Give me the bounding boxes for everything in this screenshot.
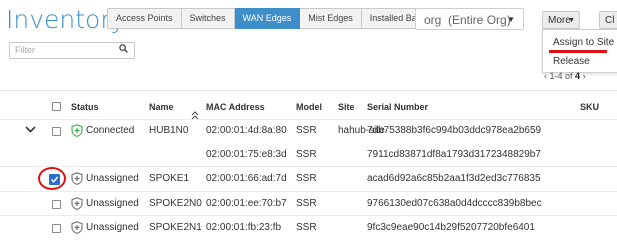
model: SSR <box>296 198 317 209</box>
mac-address: 02:00:01:66:ad:7d <box>206 173 287 184</box>
column-header-mac[interactable]: MAC Address <box>206 102 265 112</box>
column-header-serial[interactable]: Serial Number <box>367 102 428 112</box>
filter-input[interactable]: Filter <box>9 42 135 59</box>
device-name[interactable]: HUB1N0 <box>149 125 188 136</box>
menu-item-release[interactable]: Release <box>553 56 590 67</box>
page-range: 1-4 of <box>549 71 573 81</box>
tab-switches[interactable]: Switches <box>181 8 235 29</box>
tab-mist-edges[interactable]: Mist Edges <box>300 8 362 29</box>
status-text: Unassigned <box>86 173 139 184</box>
filter-placeholder: Filter <box>15 45 35 55</box>
column-header-name[interactable]: Name <box>149 102 174 112</box>
serial-number: 7db75388b3f6c994b03ddc978ea2b659 <box>367 125 542 136</box>
shield-plus-grey-icon <box>71 221 83 234</box>
mac-address: 02:00:01:ee:70:b7 <box>206 198 287 209</box>
row-divider <box>0 215 617 216</box>
mac-address: 02:00:01:75:e8:3d <box>206 149 287 160</box>
row-divider <box>0 191 617 192</box>
model: SSR <box>296 125 317 136</box>
caret-down-icon: ▼ <box>507 15 515 24</box>
serial-number: 9766130ed07c638a0d4dcccc839b8bec <box>367 198 542 209</box>
serial-number: 9fc3c9eae90c14b29f5207720bfe6401 <box>367 222 535 233</box>
caret-down-icon: ▼ <box>568 17 575 24</box>
status-text: Connected <box>86 125 135 136</box>
row-checkbox-checked[interactable] <box>49 174 60 185</box>
column-header-status[interactable]: Status <box>71 102 99 112</box>
more-button[interactable]: More ▼ <box>542 11 580 29</box>
shield-plus-green-icon <box>71 124 83 137</box>
org-select[interactable]: org (Entire Org) ▼ <box>415 8 524 30</box>
model: SSR <box>296 149 317 160</box>
divider <box>0 90 617 91</box>
magnifier-icon <box>119 43 128 58</box>
device-name[interactable]: SPOKE2N0 <box>149 198 202 209</box>
org-select-value: org (Entire Org) <box>424 13 511 27</box>
row-divider <box>0 166 617 167</box>
chevron-down-icon[interactable] <box>25 124 36 136</box>
menu-item-assign-to-site[interactable]: Assign to Site <box>553 37 614 48</box>
page-total: 4 <box>575 71 581 81</box>
serial-number: acad6d92a6c85b2aa1f3d2ed3c776835 <box>367 173 541 184</box>
highlight-underline <box>549 50 607 53</box>
status-text: Unassigned <box>86 198 139 209</box>
row-checkbox[interactable] <box>52 224 61 233</box>
mac-address: 02:00:01:4d:8a:80 <box>206 125 287 136</box>
column-header-sku[interactable]: SKU <box>580 102 599 112</box>
prev-page-icon[interactable]: ‹ <box>544 71 547 81</box>
device-name[interactable]: SPOKE2N1 <box>149 222 202 233</box>
mac-address: 02:00:01:fb:23:fb <box>206 222 282 233</box>
tab-access-points[interactable]: Access Points <box>107 8 182 29</box>
pagination: ‹ 1-4 of 4 › <box>544 71 586 81</box>
model: SSR <box>296 222 317 233</box>
tab-wan-edges[interactable]: WAN Edges <box>234 8 301 29</box>
sort-icon[interactable] <box>191 107 199 125</box>
next-page-icon[interactable]: › <box>583 71 586 81</box>
row-checkbox[interactable] <box>52 200 61 209</box>
shield-plus-grey-icon <box>71 197 83 210</box>
serial-number: 7911cd83871df8a1793d3172348829b7 <box>367 149 541 160</box>
device-type-tabs: Access Points Switches WAN Edges Mist Ed… <box>107 8 436 29</box>
model: SSR <box>296 173 317 184</box>
select-all-checkbox[interactable] <box>52 102 61 111</box>
row-divider <box>0 119 617 120</box>
shield-plus-grey-icon <box>71 172 83 185</box>
clear-button[interactable]: Cl <box>599 11 617 29</box>
device-name[interactable]: SPOKE1 <box>149 173 189 184</box>
status-text: Unassigned <box>86 222 139 233</box>
column-header-model[interactable]: Model <box>296 102 322 112</box>
column-header-site[interactable]: Site <box>338 102 355 112</box>
row-checkbox[interactable] <box>52 127 61 136</box>
